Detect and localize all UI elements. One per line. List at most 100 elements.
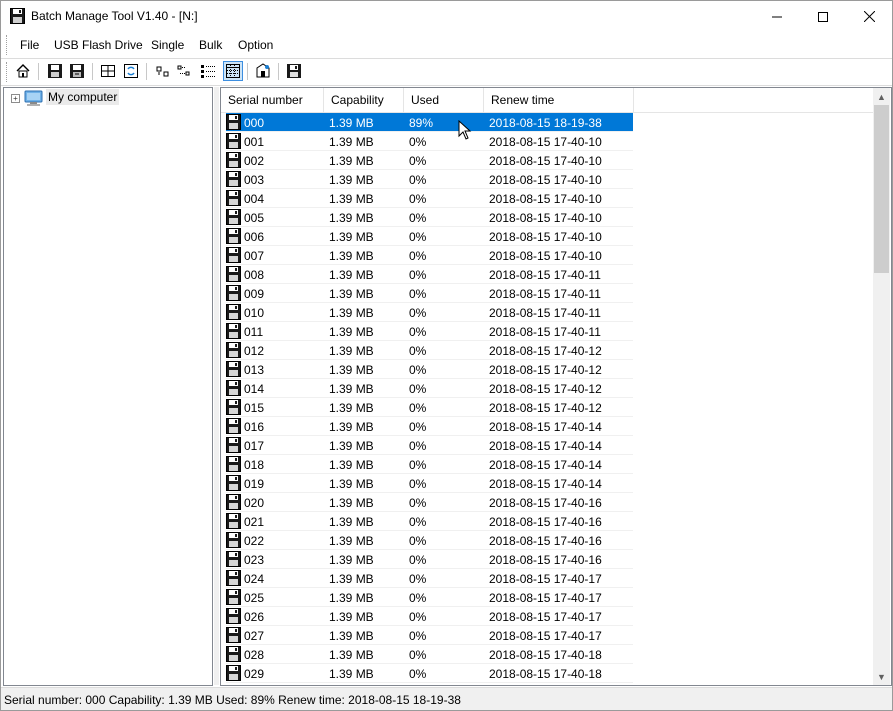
- scroll-up-button[interactable]: ▲: [873, 88, 890, 105]
- cell-serial-number: 002: [244, 154, 265, 168]
- minimize-button[interactable]: [754, 1, 800, 32]
- table-row[interactable]: 008 1.39 MB 0% 2018-08-15 17-40-11: [226, 265, 633, 284]
- list-view-icon: [177, 65, 190, 76]
- tree-view-button[interactable]: [199, 62, 217, 80]
- cell-used: 0%: [409, 154, 427, 168]
- column-used[interactable]: Used: [404, 88, 484, 112]
- details-view-button[interactable]: [223, 61, 243, 81]
- save-image-button[interactable]: [46, 62, 64, 80]
- cell-renew-time: 2018-08-15 17-40-18: [489, 667, 602, 681]
- properties-button[interactable]: [254, 62, 272, 80]
- table-row[interactable]: 016 1.39 MB 0% 2018-08-15 17-40-14: [226, 417, 633, 436]
- small-icons-view-button[interactable]: [154, 62, 172, 80]
- table-row[interactable]: 000 1.39 MB 89% 2018-08-15 18-19-38: [226, 113, 633, 132]
- table-row[interactable]: 006 1.39 MB 0% 2018-08-15 17-40-10: [226, 227, 633, 246]
- column-serial-number[interactable]: Serial number: [221, 88, 324, 112]
- floppy-disk-icon: [226, 190, 241, 206]
- table-row[interactable]: 013 1.39 MB 0% 2018-08-15 17-40-12: [226, 360, 633, 379]
- menu-single[interactable]: Single: [151, 38, 184, 52]
- floppy-disk-icon: [226, 361, 241, 377]
- table-row[interactable]: 010 1.39 MB 0% 2018-08-15 17-40-11: [226, 303, 633, 322]
- table-row[interactable]: 009 1.39 MB 0% 2018-08-15 17-40-11: [226, 284, 633, 303]
- cell-used: 0%: [409, 553, 427, 567]
- cell-capability: 1.39 MB: [329, 382, 374, 396]
- menu-option[interactable]: Option: [238, 38, 273, 52]
- cell-used: 0%: [409, 192, 427, 206]
- scroll-down-button[interactable]: ▼: [873, 668, 890, 685]
- tree-item-my-computer[interactable]: My computer: [46, 89, 120, 105]
- menu-bulk[interactable]: Bulk: [199, 38, 222, 52]
- table-row[interactable]: 014 1.39 MB 0% 2018-08-15 17-40-12: [226, 379, 633, 398]
- table-row[interactable]: 027 1.39 MB 0% 2018-08-15 17-40-17: [226, 626, 633, 645]
- save-button[interactable]: [285, 62, 303, 80]
- drive-list[interactable]: Serial number Capability Used Renew time…: [220, 87, 892, 686]
- close-button[interactable]: [846, 1, 892, 32]
- pane-splitter[interactable]: [214, 87, 219, 685]
- cell-used: 0%: [409, 667, 427, 681]
- close-icon: [863, 11, 875, 22]
- table-row[interactable]: 002 1.39 MB 0% 2018-08-15 17-40-10: [226, 151, 633, 170]
- cell-capability: 1.39 MB: [329, 154, 374, 168]
- load-image-button[interactable]: [68, 62, 86, 80]
- table-row[interactable]: 019 1.39 MB 0% 2018-08-15 17-40-14: [226, 474, 633, 493]
- table-row[interactable]: 029 1.39 MB 0% 2018-08-15 17-40-18: [226, 664, 633, 683]
- table-row[interactable]: 007 1.39 MB 0% 2018-08-15 17-40-10: [226, 246, 633, 265]
- table-row[interactable]: 003 1.39 MB 0% 2018-08-15 17-40-10: [226, 170, 633, 189]
- menu-file[interactable]: File: [20, 38, 39, 52]
- floppy-disk-icon: [226, 570, 241, 586]
- table-row[interactable]: 011 1.39 MB 0% 2018-08-15 17-40-11: [226, 322, 633, 341]
- cell-serial-number: 027: [244, 629, 265, 643]
- cell-serial-number: 006: [244, 230, 265, 244]
- cell-capability: 1.39 MB: [329, 287, 374, 301]
- cell-renew-time: 2018-08-15 17-40-11: [489, 268, 601, 282]
- table-row[interactable]: 023 1.39 MB 0% 2018-08-15 17-40-16: [226, 550, 633, 569]
- table-row[interactable]: 018 1.39 MB 0% 2018-08-15 17-40-14: [226, 455, 633, 474]
- cell-used: 0%: [409, 401, 427, 415]
- cell-used: 0%: [409, 325, 427, 339]
- floppy-disk-icon: [226, 380, 241, 396]
- floppy-disk-icon: [226, 437, 241, 453]
- table-row[interactable]: 025 1.39 MB 0% 2018-08-15 17-40-17: [226, 588, 633, 607]
- table-row[interactable]: 026 1.39 MB 0% 2018-08-15 17-40-17: [226, 607, 633, 626]
- scroll-thumb[interactable]: [874, 105, 889, 273]
- table-row[interactable]: 017 1.39 MB 0% 2018-08-15 17-40-14: [226, 436, 633, 455]
- home-button[interactable]: [14, 62, 32, 80]
- table-row[interactable]: 028 1.39 MB 0% 2018-08-15 17-40-18: [226, 645, 633, 664]
- cell-serial-number: 022: [244, 534, 265, 548]
- cell-renew-time: 2018-08-15 17-40-10: [489, 230, 602, 244]
- cell-renew-time: 2018-08-15 17-40-17: [489, 629, 602, 643]
- table-row[interactable]: 024 1.39 MB 0% 2018-08-15 17-40-17: [226, 569, 633, 588]
- table-row[interactable]: 001 1.39 MB 0% 2018-08-15 17-40-10: [226, 132, 633, 151]
- status-bar: Serial number: 000 Capability: 1.39 MB U…: [1, 687, 892, 710]
- vertical-scrollbar[interactable]: ▲ ▼: [873, 88, 890, 685]
- table-row[interactable]: 005 1.39 MB 0% 2018-08-15 17-40-10: [226, 208, 633, 227]
- cell-capability: 1.39 MB: [329, 116, 374, 130]
- refresh-button[interactable]: [122, 62, 140, 80]
- table-row[interactable]: 004 1.39 MB 0% 2018-08-15 17-40-10: [226, 189, 633, 208]
- cell-serial-number: 011: [244, 325, 264, 339]
- cell-capability: 1.39 MB: [329, 363, 374, 377]
- table-row[interactable]: 015 1.39 MB 0% 2018-08-15 17-40-12: [226, 398, 633, 417]
- menu-usb-flash-drive[interactable]: USB Flash Drive: [54, 38, 143, 52]
- table-row[interactable]: 022 1.39 MB 0% 2018-08-15 17-40-16: [226, 531, 633, 550]
- main-window: Batch Manage Tool V1.40 - [N:] File USB …: [0, 0, 893, 711]
- cell-capability: 1.39 MB: [329, 211, 374, 225]
- tree-pane[interactable]: + My computer: [3, 87, 213, 686]
- table-row[interactable]: 012 1.39 MB 0% 2018-08-15 17-40-12: [226, 341, 633, 360]
- tree-expand-toggle[interactable]: +: [11, 94, 20, 103]
- cell-serial-number: 005: [244, 211, 265, 225]
- cell-used: 0%: [409, 211, 427, 225]
- large-icons-view-button[interactable]: [99, 62, 117, 80]
- column-renew-time[interactable]: Renew time: [484, 88, 634, 112]
- refresh-icon: [124, 64, 138, 78]
- cell-capability: 1.39 MB: [329, 667, 374, 681]
- cell-used: 0%: [409, 344, 427, 358]
- column-capability[interactable]: Capability: [324, 88, 404, 112]
- cell-capability: 1.39 MB: [329, 439, 374, 453]
- list-view-button[interactable]: [176, 62, 194, 80]
- title-bar[interactable]: Batch Manage Tool V1.40 - [N:]: [1, 1, 892, 32]
- table-row[interactable]: 021 1.39 MB 0% 2018-08-15 17-40-16: [226, 512, 633, 531]
- maximize-button[interactable]: [800, 1, 846, 32]
- table-row[interactable]: 020 1.39 MB 0% 2018-08-15 17-40-16: [226, 493, 633, 512]
- toolbar-separator: [278, 63, 279, 80]
